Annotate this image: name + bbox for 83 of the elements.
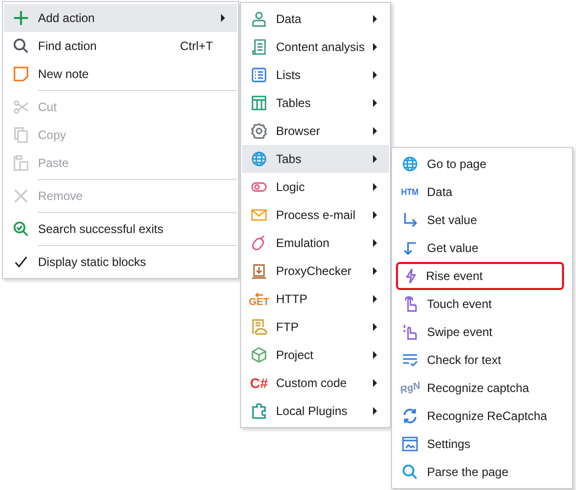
- swipe-hand-icon: [402, 324, 418, 340]
- menu-item[interactable]: Tabs: [242, 145, 389, 173]
- menu-item[interactable]: Add action: [4, 4, 237, 32]
- menu-item[interactable]: Check for text: [393, 346, 571, 374]
- menu-item[interactable]: Find action Ctrl+T: [4, 32, 237, 60]
- menu-item[interactable]: Tables: [242, 89, 389, 117]
- submenu-arrow-icon: [373, 267, 377, 275]
- hand-icon: [402, 296, 418, 312]
- menu-item[interactable]: Recognize ReCaptcha: [393, 402, 571, 430]
- get-label: GET: [248, 298, 270, 306]
- cross-icon: [13, 188, 29, 204]
- note-icon: [13, 66, 29, 82]
- plus-icon: [13, 10, 29, 26]
- submenu-arrow-icon: [373, 15, 377, 23]
- menu-item[interactable]: Browser: [242, 117, 389, 145]
- menu-item[interactable]: Get value: [393, 234, 571, 262]
- menu-item[interactable]: Local Plugins: [242, 397, 389, 425]
- menu-item[interactable]: Parse the page: [393, 458, 571, 486]
- menu-item[interactable]: Lists: [242, 61, 389, 89]
- menu-item[interactable]: New note: [4, 60, 237, 88]
- refresh-icon: [402, 408, 418, 424]
- menu-item[interactable]: Logic: [242, 173, 389, 201]
- mouse-icon: [251, 235, 267, 251]
- menu-item[interactable]: Set value: [393, 206, 571, 234]
- download-box-icon: [251, 263, 267, 279]
- clipboard-icon: [13, 155, 29, 171]
- globe-icon: [402, 156, 418, 172]
- submenu-arrow-icon: [373, 183, 377, 191]
- envelope-icon: [251, 207, 267, 223]
- captcha-label: RgN: [398, 380, 422, 396]
- submenu-arrow-icon: [373, 239, 377, 247]
- arrow-down-right-icon: [402, 212, 418, 228]
- menu-item[interactable]: Search successful exits: [4, 215, 237, 243]
- menu-item[interactable]: Settings: [393, 430, 571, 458]
- menu-item[interactable]: Rise event: [396, 262, 564, 290]
- menu-item[interactable]: GET HTTP: [242, 285, 389, 313]
- menu-item[interactable]: Emulation: [242, 229, 389, 257]
- copy-icon: [13, 127, 29, 143]
- menu-item[interactable]: FTP: [242, 313, 389, 341]
- submenu-arrow-icon: [373, 155, 377, 163]
- submenu-arrow-icon: [373, 211, 377, 219]
- shortcut-label: Ctrl+T: [180, 39, 213, 53]
- arrow-left-icon: [254, 292, 264, 298]
- menu-item[interactable]: Go to page: [393, 150, 571, 178]
- menu-item[interactable]: Process e-mail: [242, 201, 389, 229]
- lightning-icon: [403, 268, 419, 284]
- menu-item[interactable]: ProxyChecker: [242, 257, 389, 285]
- menu-item[interactable]: Project: [242, 341, 389, 369]
- submenu-arrow-icon: [373, 71, 377, 79]
- cube-icon: [251, 347, 267, 363]
- csharp-label: C#: [250, 375, 268, 391]
- person-icon: [251, 11, 267, 27]
- table-icon: [251, 95, 267, 111]
- submenu-arrow-icon: [373, 323, 377, 331]
- submenu-arrow-icon: [373, 127, 377, 135]
- menu-item[interactable]: Touch event: [393, 290, 571, 318]
- globe-icon: [251, 151, 267, 167]
- search-icon: [402, 464, 418, 480]
- submenu-arrow-icon: [373, 351, 377, 359]
- arrow-down-left-icon: [402, 240, 418, 256]
- submenu-arrow-icon: [373, 295, 377, 303]
- submenu-arrow-icon: [373, 43, 377, 51]
- document-cloud-icon: [251, 319, 267, 335]
- menu-item[interactable]: C# Custom code: [242, 369, 389, 397]
- menu-item[interactable]: Display static blocks: [4, 248, 237, 276]
- submenu-arrow-icon: [373, 407, 377, 415]
- menu-item[interactable]: Content analysis: [242, 33, 389, 61]
- htm-label: HTM: [401, 187, 419, 197]
- lines-check-icon: [402, 352, 418, 368]
- gear-icon: [251, 123, 267, 139]
- document-icon: [251, 39, 267, 55]
- window-icon: [402, 436, 418, 452]
- scissors-icon: [13, 99, 29, 115]
- submenu-arrow-icon: [373, 99, 377, 107]
- search-check-icon: [13, 221, 29, 237]
- puzzle-icon: [251, 403, 267, 419]
- list-icon: [251, 67, 267, 83]
- menu-item[interactable]: Data: [242, 5, 389, 33]
- search-icon: [13, 38, 29, 54]
- menu-item[interactable]: RgN Recognize captcha: [393, 374, 571, 402]
- submenu-arrow-icon: [373, 379, 377, 387]
- menu-item[interactable]: HTM Data: [393, 178, 571, 206]
- menu-item[interactable]: Swipe event: [393, 318, 571, 346]
